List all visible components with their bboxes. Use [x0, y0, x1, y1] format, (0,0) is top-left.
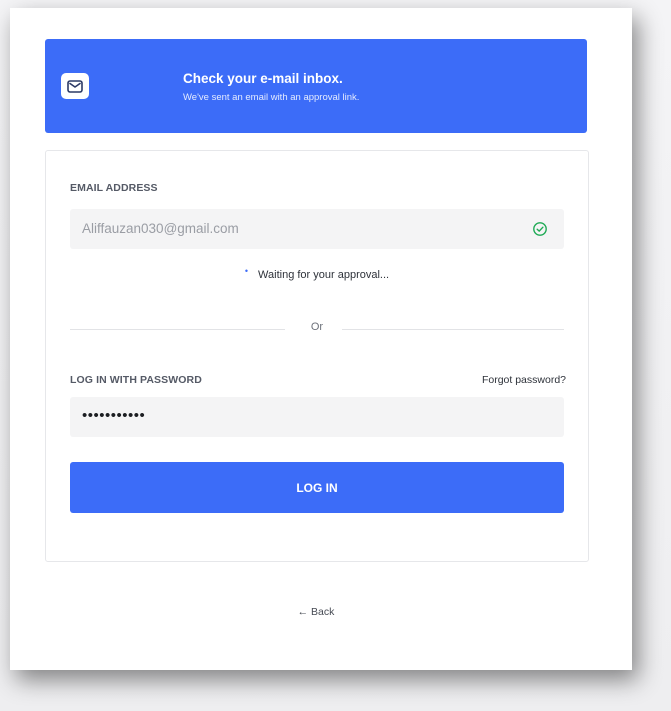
check-circle-icon	[532, 221, 548, 237]
divider-right	[342, 329, 564, 330]
waiting-text: Waiting for your approval...	[258, 269, 390, 281]
email-value: Aliffauzan030@gmail.com	[82, 221, 239, 236]
password-value: •••••••••••	[82, 407, 146, 424]
waiting-status: • Waiting for your approval...	[46, 266, 588, 281]
banner-title: Check your e-mail inbox.	[183, 71, 343, 86]
divider-or: Or	[310, 321, 324, 333]
email-sent-banner: Check your e-mail inbox. We've sent an e…	[45, 39, 587, 133]
mail-icon	[61, 73, 89, 99]
forgot-password-link[interactable]: Forgot password?	[482, 374, 566, 386]
password-field[interactable]: •••••••••••	[70, 397, 564, 437]
password-label: LOG IN WITH PASSWORD	[70, 374, 202, 386]
login-button[interactable]: LOG IN	[70, 462, 564, 513]
page-background: Check your e-mail inbox. We've sent an e…	[0, 0, 671, 711]
loading-spinner-icon: •	[244, 266, 249, 276]
banner-subtitle: We've sent an email with an approval lin…	[183, 92, 360, 103]
back-link[interactable]: ← Back	[45, 606, 587, 618]
login-form: EMAIL ADDRESS Aliffauzan030@gmail.com • W…	[45, 150, 589, 562]
email-field[interactable]: Aliffauzan030@gmail.com	[70, 209, 564, 249]
email-label: EMAIL ADDRESS	[70, 182, 158, 194]
